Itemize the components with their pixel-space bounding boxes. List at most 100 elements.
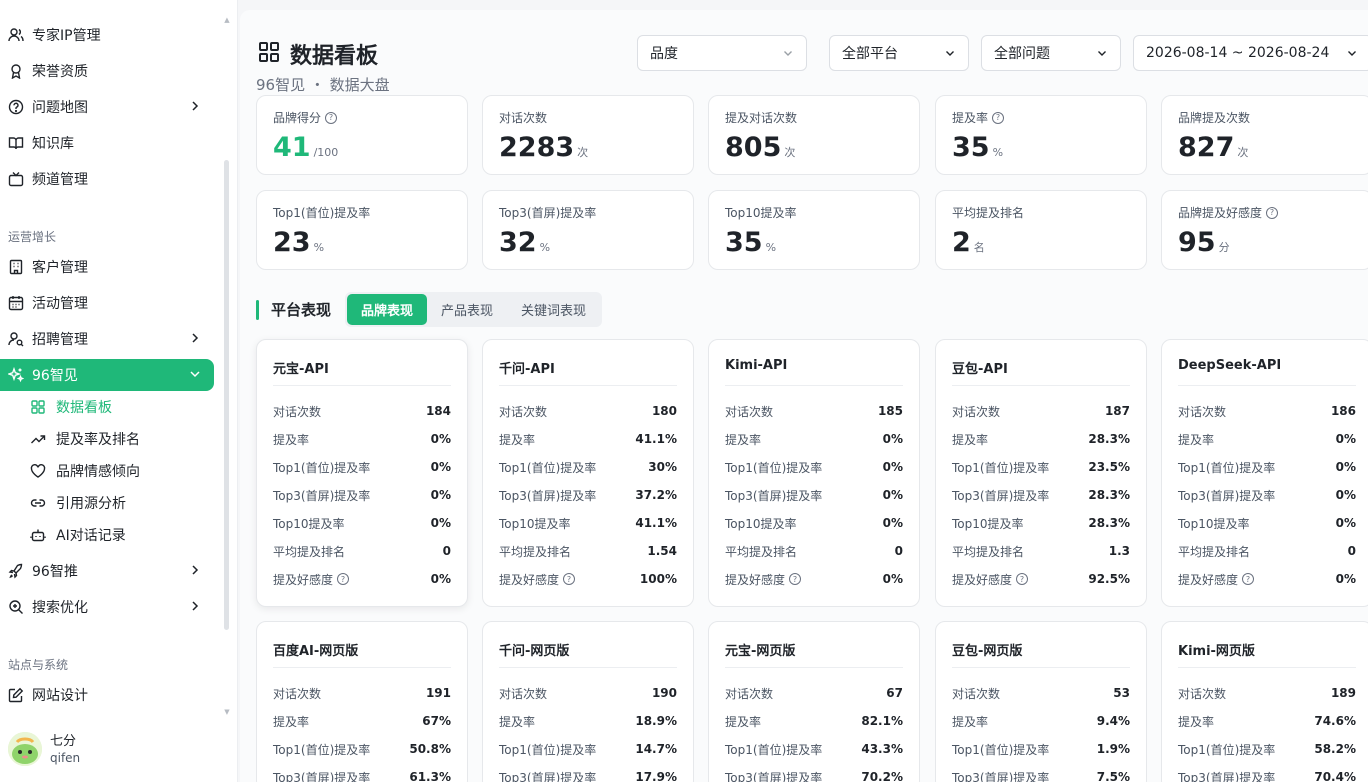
tab-product[interactable]: 产品表现 [427, 294, 507, 325]
metric-value: 43.3% [861, 742, 903, 756]
help-icon[interactable]: ? [563, 573, 576, 585]
platform-name: 豆包-API [952, 362, 1008, 377]
metric-label: 提及率 [952, 713, 988, 730]
help-icon[interactable]: ? [1016, 573, 1029, 585]
metric-value: 82.1% [861, 714, 903, 728]
sidebar-item-96zhitui[interactable]: 96智推 [0, 555, 214, 587]
sidebar-item-channels[interactable]: 频道管理 [0, 163, 214, 195]
platform-card[interactable]: 豆包-API 对话次数 187 提及率 28.3% Top1(首位)提及率 23.5% Top… [935, 339, 1147, 607]
stat-label-text: 品牌提及好感度 [1178, 206, 1263, 220]
metric-value: 67% [422, 714, 451, 728]
metric-row: 对话次数 185 [725, 401, 903, 421]
metric-row: 提及率 28.3% [952, 429, 1130, 449]
heart-icon [30, 463, 46, 479]
metric-label-text: 提及率 [1178, 714, 1215, 729]
chevron-down-icon [188, 367, 202, 381]
avatar [8, 732, 42, 766]
scroll-down-icon[interactable]: ▼ [222, 708, 232, 716]
metric-label: Top10提及率 [952, 515, 1024, 532]
platform-card[interactable]: 豆包-网页版 对话次数 53 提及率 9.4% Top1(首位)提及率 1.9% Top3(首… [935, 621, 1147, 782]
help-icon[interactable]: ? [1266, 206, 1279, 219]
sidebar-item-96zhijian[interactable]: 96智见 [0, 359, 214, 391]
sidebar-item-knowledge[interactable]: 知识库 [0, 127, 214, 159]
metric-value: 187 [1104, 404, 1130, 418]
metric-label-text: Top3(首屏)提及率 [725, 770, 823, 782]
platform-name: 元宝-API [273, 362, 329, 377]
metric-row: Top3(首屏)提及率 0% [273, 485, 451, 505]
platform-name: DeepSeek-API [1178, 358, 1282, 373]
metric-value: 180 [651, 404, 677, 418]
metric-label: 对话次数 [725, 403, 773, 420]
stat-unit: % [313, 241, 325, 254]
date-range-picker[interactable]: 2026-08-14 ~ 2026-08-24 [1133, 35, 1368, 71]
card-divider [952, 385, 1130, 386]
sidebar-subitem-dashboard[interactable]: 数据看板 [30, 393, 214, 421]
sidebar-item-label: 知识库 [32, 136, 74, 152]
metric-value: 1.3 [1108, 544, 1130, 558]
brand-select[interactable]: 品度 [637, 35, 807, 71]
metric-row: 对话次数 67 [725, 683, 903, 703]
scroll-up-icon[interactable]: ▲ [222, 16, 232, 24]
metric-row: 提及率 0% [273, 429, 451, 449]
help-icon[interactable]: ? [337, 573, 350, 585]
sidebar-subitem-sentiment[interactable]: 品牌情感倾向 [30, 457, 214, 485]
platform-card[interactable]: 元宝-API 对话次数 184 提及率 0% Top1(首位)提及率 0% Top3(首屏)提… [256, 339, 468, 607]
stat-card: 品牌得分? 41/100 [256, 95, 468, 175]
sidebar-item-honors[interactable]: 荣誉资质 [0, 55, 214, 87]
platform-card[interactable]: Kimi-网页版 对话次数 189 提及率 74.6% Top1(首位)提及率 58.2% T… [1161, 621, 1368, 782]
platform-card[interactable]: 千问-网页版 对话次数 190 提及率 18.9% Top1(首位)提及率 14.7% Top… [482, 621, 694, 782]
metric-value: 28.3% [1088, 516, 1130, 530]
platform-card[interactable]: Kimi-API 对话次数 185 提及率 0% Top1(首位)提及率 0% Top3(首屏… [708, 339, 920, 607]
metric-value: 53 [1113, 686, 1130, 700]
metric-value: 190 [651, 686, 677, 700]
metric-label: 提及率 [952, 431, 988, 448]
chevron-down-icon [944, 47, 956, 59]
help-icon[interactable]: ? [789, 573, 802, 585]
sidebar-scrollbar[interactable] [224, 160, 229, 630]
platform-card[interactable]: 元宝-网页版 对话次数 67 提及率 82.1% Top1(首位)提及率 43.3% Top3… [708, 621, 920, 782]
metric-row: 提及好感度? 0% [1178, 569, 1356, 589]
metric-label: 对话次数 [952, 685, 1000, 702]
metric-value: 0% [430, 572, 451, 586]
metric-value: 28.3% [1088, 432, 1130, 446]
help-icon[interactable]: ? [1242, 573, 1255, 585]
sidebar-item-question-map[interactable]: 问题地图 [0, 91, 214, 123]
metric-value: 9.4% [1096, 714, 1130, 728]
metric-label-text: Top1(首位)提及率 [1178, 742, 1276, 757]
sidebar-item-recruit[interactable]: 招聘管理 [0, 323, 214, 355]
stat-unit: 次 [577, 146, 589, 159]
sidebar-subitem-citation[interactable]: 引用源分析 [30, 489, 214, 517]
metric-row: 对话次数 189 [1178, 683, 1356, 703]
stat-value: 2283 次 [499, 132, 588, 163]
sidebar-item-seo[interactable]: 搜索优化 [0, 591, 214, 623]
metric-label: Top3(首屏)提及率 [1178, 487, 1275, 504]
tab-keyword[interactable]: 关键词表现 [507, 294, 600, 325]
sidebar-item-site-design[interactable]: 网站设计 [0, 679, 214, 711]
help-icon[interactable]: ? [992, 111, 1005, 124]
metric-value: 17.9% [635, 770, 677, 782]
metric-value: 92.5% [1088, 572, 1130, 586]
metric-label-text: Top3(首屏)提及率 [499, 488, 597, 503]
user-id: qifen [50, 750, 81, 765]
user-profile[interactable]: 七分 qifen [8, 732, 80, 766]
sidebar-subitem-ai-chats[interactable]: AI对话记录 [30, 521, 214, 549]
platform-card[interactable]: DeepSeek-API 对话次数 186 提及率 0% Top1(首位)提及率 0% Top… [1161, 339, 1368, 607]
platform-card[interactable]: 千问-API 对话次数 180 提及率 41.1% Top1(首位)提及率 30% Top3(… [482, 339, 694, 607]
metric-label-text: 对话次数 [273, 404, 322, 419]
help-icon[interactable]: ? [325, 111, 338, 124]
stat-label: 对话次数 [499, 109, 547, 126]
metric-row: 对话次数 180 [499, 401, 677, 421]
sidebar-item-customers[interactable]: 客户管理 [0, 251, 214, 283]
metric-label-text: 提及好感度 [499, 572, 560, 587]
metric-row: Top3(首屏)提及率 37.2% [499, 485, 677, 505]
platform-select[interactable]: 全部平台 [829, 35, 969, 71]
metric-label: 对话次数 [1178, 403, 1226, 420]
platform-card[interactable]: 百度AI-网页版 对话次数 191 提及率 67% Top1(首位)提及率 50.8% Top… [256, 621, 468, 782]
sidebar-item-events[interactable]: 活动管理 [0, 287, 214, 319]
metric-label-text: 提及好感度 [952, 572, 1013, 587]
tab-brand[interactable]: 品牌表现 [347, 294, 428, 325]
sidebar-subitem-mention-rank[interactable]: 提及率及排名 [30, 425, 214, 453]
metric-row: Top1(首位)提及率 23.5% [952, 457, 1130, 477]
sidebar-item-expert-ip[interactable]: 专家IP管理 [0, 19, 214, 51]
question-select[interactable]: 全部问题 [981, 35, 1121, 71]
